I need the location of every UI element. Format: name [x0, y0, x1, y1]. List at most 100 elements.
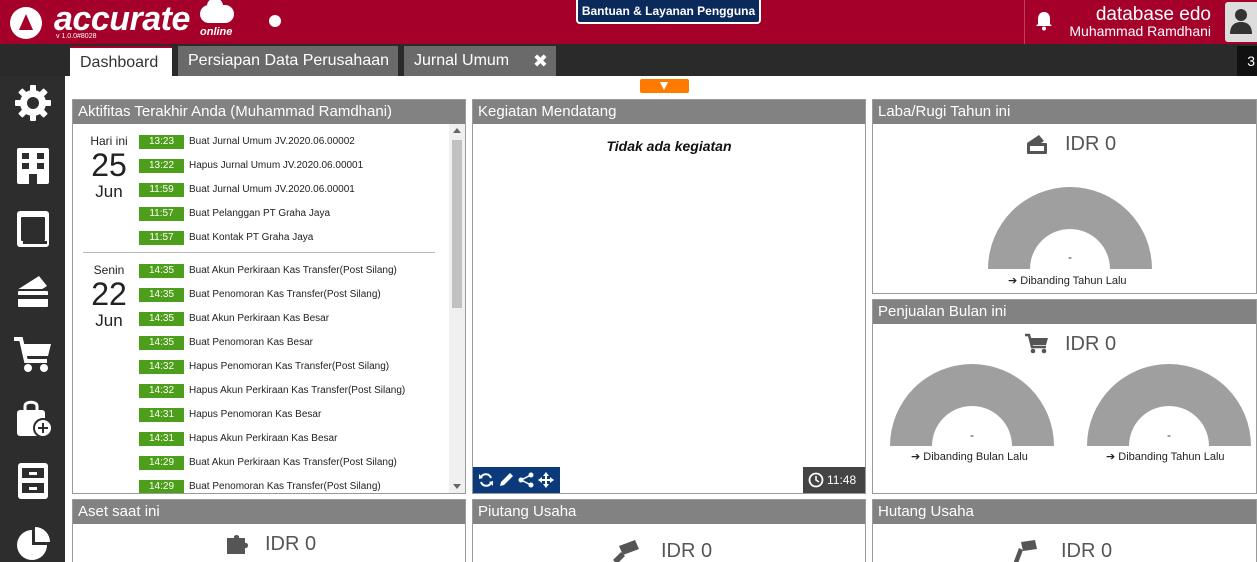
- list-item[interactable]: 14:35 Buat Penomoran Kas Besar: [139, 334, 313, 350]
- day-number: 25: [91, 147, 127, 183]
- list-item[interactable]: 14:29 Buat Akun Perkiraan Kas Transfer(Po…: [139, 454, 397, 470]
- time-badge: 14:35: [139, 287, 184, 302]
- inventory-box-icon: [18, 463, 48, 499]
- list-item[interactable]: 14:32 Hapus Akun Perkiraan Kas Transfer(P…: [139, 382, 405, 398]
- money-icon: [1027, 135, 1047, 154]
- assets-value-row: IDR 0: [73, 533, 465, 561]
- list-item[interactable]: 13:23 Buat Jurnal Umum JV.2020.06.00002: [139, 133, 355, 149]
- compare-text: Dibanding Bulan Lalu: [923, 451, 1028, 463]
- sidebar-item-company[interactable]: [13, 146, 53, 186]
- sidebar-item-reports[interactable]: [13, 524, 53, 562]
- profit-loss-value: IDR 0: [1065, 133, 1117, 155]
- activity-scrollbar[interactable]: [449, 124, 465, 493]
- activity-text: Buat Pelanggan PT Graha Jaya: [189, 208, 331, 220]
- activity-text: Buat Penomoran Kas Transfer(Post Silang): [189, 481, 381, 493]
- time-badge: 14:35: [139, 263, 184, 278]
- time-badge: 14:31: [139, 407, 184, 422]
- pie-chart-icon: [17, 527, 50, 560]
- list-item[interactable]: 14:32 Hapus Penomoran Kas Transfer(Post S…: [139, 358, 389, 374]
- time-badge: 14:29: [139, 455, 184, 470]
- sales-month-compare-label: ➔ Dibanding Bulan Lalu: [911, 451, 1028, 463]
- money-tag-icon: [1013, 540, 1037, 562]
- sidebar-item-ledger[interactable]: [13, 209, 53, 249]
- compare-text: Dibanding Tahun Lalu: [1118, 451, 1225, 463]
- collapse-arrow-button[interactable]: [640, 79, 689, 93]
- payables-value: IDR 0: [1061, 540, 1113, 562]
- list-item[interactable]: 11:59 Buat Jurnal Umum JV.2020.06.00001: [139, 181, 355, 197]
- activity-list: Hari ini 25 Jun 13:23 Buat Jurnal Umum JV…: [73, 124, 449, 493]
- edit-icon[interactable]: [498, 472, 514, 488]
- share-icon[interactable]: [518, 472, 534, 488]
- cart-icon: [14, 337, 51, 372]
- list-item[interactable]: 11:57 Buat Kontak PT Graha Jaya: [139, 229, 313, 245]
- events-title: Kegiatan Mendatang: [473, 100, 865, 124]
- list-item[interactable]: 11:57 Buat Pelanggan PT Graha Jaya: [139, 205, 330, 221]
- sidebar-item-purchase[interactable]: [13, 398, 53, 438]
- list-item[interactable]: 14:31 Hapus Penomoran Kas Besar: [139, 406, 321, 422]
- scroll-up-icon[interactable]: [453, 128, 461, 133]
- bell-icon: [1036, 12, 1052, 31]
- activity-text: Buat Penomoran Kas Transfer(Post Silang): [189, 289, 381, 301]
- payables-panel: Hutang Usaha IDR 0: [872, 499, 1257, 562]
- book-icon: [17, 211, 49, 247]
- day-label: Senin: [93, 263, 125, 277]
- tab-dashboard[interactable]: Dashboard: [70, 46, 172, 76]
- sidebar-item-sales[interactable]: [13, 335, 53, 375]
- list-item[interactable]: 14:35 Buat Penomoran Kas Transfer(Post Si…: [139, 286, 381, 302]
- activity-title: Aktifitas Terakhir Anda (Muhammad Ramdha…: [73, 100, 465, 124]
- time-badge: 11:59: [139, 182, 184, 197]
- day-label: Hari ini: [90, 134, 128, 148]
- sidebar-item-settings[interactable]: [13, 83, 53, 123]
- top-header: accurate v 1.0.0#8028 online Bantuan & L…: [0, 0, 1257, 44]
- sales-value-row: IDR 0: [873, 333, 1256, 361]
- notification-button[interactable]: [1024, 0, 1062, 44]
- events-toolbar: [473, 467, 560, 493]
- activity-text: Buat Penomoran Kas Besar: [189, 337, 313, 349]
- refresh-icon[interactable]: [478, 472, 494, 488]
- time-badge: 14:35: [139, 311, 184, 326]
- tab-jurnal-umum[interactable]: Jurnal Umum ✖: [404, 46, 556, 76]
- list-item[interactable]: 14:29 Buat Penomoran Kas Transfer(Post Si…: [139, 478, 381, 493]
- no-event-text: Tidak ada kegiatan: [606, 138, 732, 154]
- profit-loss-title: Laba/Rugi Tahun ini: [873, 100, 1256, 124]
- day-number: 22: [91, 276, 127, 312]
- sales-title: Penjualan Bulan ini: [873, 300, 1256, 324]
- assets-panel: Aset saat ini IDR 0: [72, 499, 466, 562]
- status-dot-icon[interactable]: [269, 15, 281, 27]
- gear-icon: [15, 85, 51, 121]
- receivables-value-row: IDR 0: [473, 540, 865, 562]
- tab-label: Jurnal Umum: [414, 52, 510, 69]
- sidebar-item-inventory[interactable]: [13, 461, 53, 501]
- tab-strip: Dashboard Persiapan Data Perusahaan Jurn…: [0, 44, 1257, 76]
- activity-text: Hapus Akun Perkiraan Kas Transfer(Post S…: [189, 385, 406, 397]
- sales-year-gauge-value: -: [1167, 428, 1171, 442]
- sidebar: [0, 76, 65, 562]
- list-item[interactable]: 13:22 Hapus Jurnal Umum JV.2020.06.00001: [139, 157, 363, 173]
- accurate-logo[interactable]: accurate v 1.0.0#8028 online: [8, 0, 248, 42]
- receivables-panel: Piutang Usaha IDR 0: [472, 499, 866, 562]
- help-button[interactable]: Bantuan & Layanan Pengguna: [576, 0, 761, 24]
- tab-overflow-count[interactable]: 3: [1237, 46, 1257, 76]
- profit-loss-gauge-value: -: [1068, 250, 1072, 264]
- tab-persiapan-data[interactable]: Persiapan Data Perusahaan: [178, 46, 398, 76]
- scroll-down-icon[interactable]: [453, 484, 461, 489]
- list-item[interactable]: 14:35 Buat Akun Perkiraan Kas Besar: [139, 310, 329, 326]
- profit-loss-panel: Laba/Rugi Tahun ini IDR 0 - ➔ Dibanding …: [872, 99, 1257, 294]
- sales-panel: Penjualan Bulan ini IDR 0 - ➔ Dibanding …: [872, 299, 1257, 494]
- sales-year-compare-label: ➔ Dibanding Tahun Lalu: [1106, 451, 1225, 463]
- user-avatar-button[interactable]: [1225, 2, 1257, 42]
- move-icon[interactable]: [538, 472, 554, 488]
- app-version: v 1.0.0#8028: [56, 33, 97, 40]
- building-icon: [17, 148, 49, 184]
- day-monday: Senin 22 Jun: [79, 263, 139, 331]
- activity-text: Hapus Jurnal Umum JV.2020.06.00001: [189, 160, 364, 172]
- list-item[interactable]: 14:35 Buat Akun Perkiraan Kas Transfer(Po…: [139, 262, 397, 278]
- close-icon[interactable]: ✖: [533, 46, 548, 76]
- payables-value-row: IDR 0: [873, 540, 1256, 562]
- logo-mark-icon: [10, 7, 42, 39]
- day-today: Hari ini 25 Jun: [79, 134, 139, 202]
- sidebar-item-cash-bank[interactable]: [13, 272, 53, 312]
- money-tag-icon: [613, 540, 639, 562]
- scroll-thumb[interactable]: [452, 140, 462, 308]
- list-item[interactable]: 14:31 Hapus Akun Perkiraan Kas Besar: [139, 430, 337, 446]
